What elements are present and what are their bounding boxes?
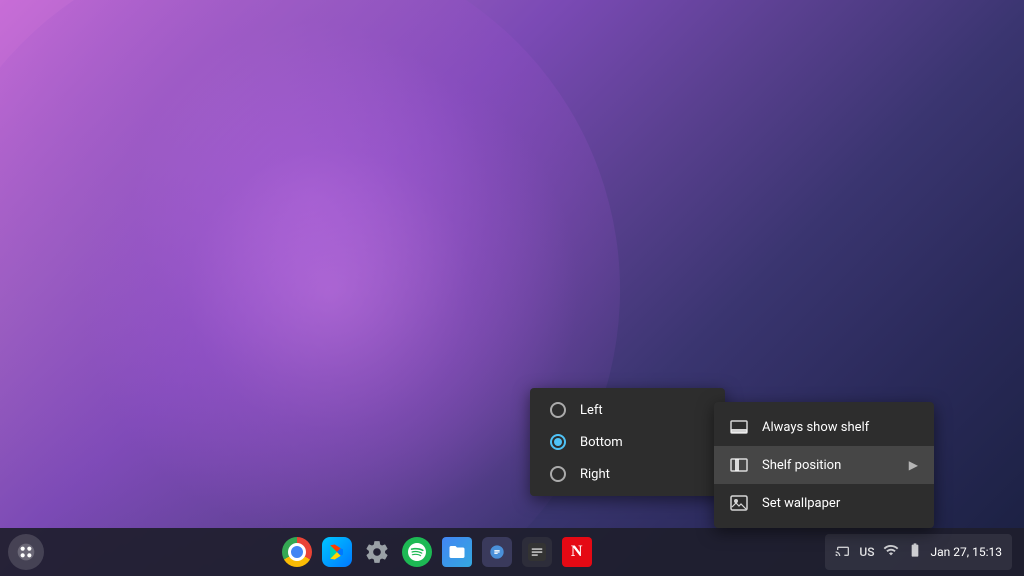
- battery-icon: [907, 542, 923, 562]
- set-wallpaper-label: Set wallpaper: [762, 496, 918, 511]
- shelf-position-item[interactable]: Shelf position ▶: [714, 446, 934, 484]
- shelf-app-7[interactable]: [519, 534, 555, 570]
- generic-app-icon-1: [482, 537, 512, 567]
- shelf-context-menu: Always show shelf Shelf position ▶: [714, 402, 934, 528]
- shelf-position-icon: [730, 456, 748, 474]
- shelf-toggle-icon: [730, 418, 748, 436]
- settings-icon: [362, 537, 392, 567]
- shelf: N US: [0, 528, 1024, 576]
- launcher-button[interactable]: [8, 534, 44, 570]
- shelf-app-files[interactable]: [439, 534, 475, 570]
- shelf-position-bottom-label: Bottom: [580, 435, 623, 450]
- shelf-apps: N: [48, 534, 825, 570]
- radio-bottom: [550, 434, 566, 450]
- generic-app-icon-2: [522, 537, 552, 567]
- shelf-position-right[interactable]: Right: [530, 458, 725, 490]
- system-clock: Jan 27, 15:13: [931, 545, 1002, 559]
- netflix-icon: N: [562, 537, 592, 567]
- always-show-shelf-item[interactable]: Always show shelf: [714, 408, 934, 446]
- radio-bottom-inner: [554, 438, 562, 446]
- shelf-app-chrome[interactable]: [279, 534, 315, 570]
- radio-right: [550, 466, 566, 482]
- play-store-icon: [322, 537, 352, 567]
- shelf-position-left[interactable]: Left: [530, 394, 725, 426]
- shelf-app-netflix[interactable]: N: [559, 534, 595, 570]
- wifi-icon: [883, 542, 899, 562]
- shelf-position-submenu: Left Bottom Right: [530, 388, 725, 496]
- shelf-position-label: Shelf position: [762, 458, 895, 473]
- chrome-icon: [282, 537, 312, 567]
- system-tray: US Jan 27, 15:13: [825, 534, 1016, 570]
- radio-left: [550, 402, 566, 418]
- shelf-app-play[interactable]: [319, 534, 355, 570]
- always-show-shelf-label: Always show shelf: [762, 420, 918, 435]
- shelf-position-bottom[interactable]: Bottom: [530, 426, 725, 458]
- network-icon: US: [859, 545, 874, 559]
- system-tray-area[interactable]: US Jan 27, 15:13: [825, 534, 1012, 570]
- wallpaper-decoration-2: [80, 40, 580, 540]
- shelf-app-settings[interactable]: [359, 534, 395, 570]
- files-icon: [442, 537, 472, 567]
- shelf-app-6[interactable]: [479, 534, 515, 570]
- spotify-icon: [402, 537, 432, 567]
- shelf-app-spotify[interactable]: [399, 534, 435, 570]
- desktop: Left Bottom Right Always show shelf: [0, 0, 1024, 576]
- cast-icon: [835, 542, 851, 562]
- shelf-position-right-label: Right: [580, 467, 610, 482]
- wallpaper-icon: [730, 494, 748, 512]
- shelf-position-left-label: Left: [580, 403, 603, 418]
- set-wallpaper-item[interactable]: Set wallpaper: [714, 484, 934, 522]
- submenu-chevron-icon: ▶: [909, 458, 918, 472]
